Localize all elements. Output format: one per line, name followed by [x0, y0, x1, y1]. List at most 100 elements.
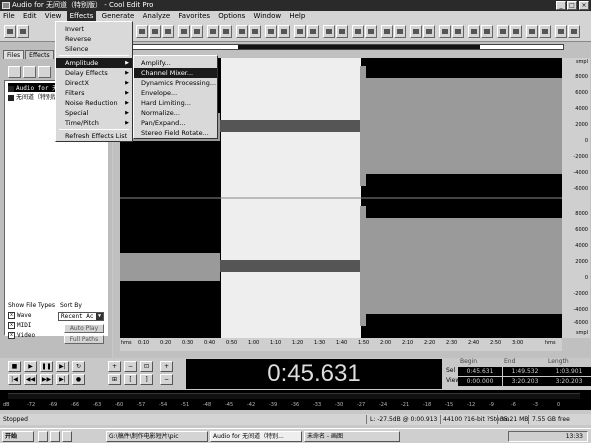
auto-play-button[interactable]: Auto Play	[64, 324, 104, 333]
toolbar-cd-icon[interactable]	[352, 25, 364, 38]
toolbar-undo-icon[interactable]	[178, 25, 190, 38]
quicklaunch-desktop-icon[interactable]	[38, 431, 48, 442]
zoom-selection-icon[interactable]: ⊞	[108, 374, 121, 385]
filetype-wave[interactable]: x Wave	[8, 312, 31, 319]
zoom-left-edge-icon[interactable]: [	[124, 374, 137, 385]
open-file-icon[interactable]	[8, 66, 21, 78]
toolbar-multitrack-icon[interactable]	[510, 25, 522, 38]
close-button[interactable]: ×	[579, 1, 589, 10]
toolbar-open-icon[interactable]	[17, 25, 29, 38]
toolbar-view-icon[interactable]	[497, 25, 509, 38]
sel-end[interactable]: 1:49.532	[503, 367, 547, 376]
toolbar-wave-icon[interactable]	[249, 25, 261, 38]
menu-item-reverse[interactable]: Reverse	[56, 34, 132, 44]
toolbar-analyze-icon[interactable]	[394, 25, 406, 38]
play-to-end-icon[interactable]: ▶|	[56, 361, 69, 372]
quicklaunch-ie-icon[interactable]	[50, 431, 60, 442]
zoom-out-horizontal-icon[interactable]: −	[124, 361, 137, 372]
menu-item-pan-expand[interactable]: Pan/Expand...	[134, 118, 217, 128]
toolbar-redo-icon[interactable]	[191, 25, 203, 38]
toolbar-snap-icon[interactable]	[294, 25, 306, 38]
toolbar-mode-icon[interactable]	[4, 25, 16, 38]
menu-item-amplify[interactable]: Amplify...	[134, 58, 217, 68]
filetype-midi[interactable]: x MIDI	[8, 322, 31, 329]
insert-file-icon[interactable]	[38, 66, 51, 78]
rewind-icon[interactable]: ◀◀	[24, 374, 37, 385]
toolbar-window-icon[interactable]	[555, 25, 567, 38]
menu-help[interactable]: Help	[286, 11, 308, 22]
toolbar-marker-icon[interactable]	[265, 25, 277, 38]
toolbar-trim-icon[interactable]	[220, 25, 232, 38]
toolbar-cue-icon[interactable]	[278, 25, 290, 38]
minimize-button[interactable]: _	[556, 1, 566, 10]
toolbar-grid-icon[interactable]	[307, 25, 319, 38]
zoom-full-icon[interactable]: ⊡	[140, 361, 153, 372]
menu-options[interactable]: Options	[215, 11, 248, 22]
sel-begin[interactable]: 0:45.631	[458, 367, 502, 376]
record-icon[interactable]: ●	[72, 374, 85, 385]
start-button[interactable]: 开始	[2, 431, 34, 442]
filetype-video[interactable]: x Video	[8, 332, 35, 339]
view-length[interactable]: 3:20.203	[547, 377, 591, 386]
toolbar-copy-icon[interactable]	[136, 25, 148, 38]
stop-icon[interactable]: ■	[8, 361, 21, 372]
zoom-out-vertical-icon[interactable]: −	[160, 374, 173, 385]
menu-edit[interactable]: Edit	[20, 11, 40, 22]
menu-item-invert[interactable]: Invert	[56, 24, 132, 34]
menu-window[interactable]: Window	[251, 11, 285, 22]
toolbar-spectral-icon[interactable]	[236, 25, 248, 38]
go-to-end-icon[interactable]: ▶|	[56, 374, 69, 385]
toolbar-favorite-icon[interactable]	[381, 25, 393, 38]
menu-item-channel-mixer[interactable]: Channel Mixer...	[134, 68, 217, 78]
toolbar-tile-icon[interactable]	[568, 25, 580, 38]
toolbar-zoom-icon[interactable]	[452, 25, 464, 38]
maximize-button[interactable]: □	[567, 1, 577, 10]
toolbar-settings-icon[interactable]	[410, 25, 422, 38]
menu-item-amplitude[interactable]: Amplitude ▶	[56, 58, 132, 68]
loop-play-icon[interactable]: ↻	[72, 361, 85, 372]
menu-item-normalize[interactable]: Normalize...	[134, 108, 217, 118]
toolbar-level-icon[interactable]	[439, 25, 451, 38]
task-paint[interactable]: 未命名 - 画图	[304, 431, 400, 442]
menu-item-time-pitch[interactable]: Time/Pitch ▶	[56, 118, 132, 128]
menu-item-delay-effects[interactable]: Delay Effects ▶	[56, 68, 132, 78]
wave-checkbox[interactable]: x	[8, 312, 15, 319]
menu-item-stereo-field-rotate[interactable]: Stereo Field Rotate...	[134, 128, 217, 138]
overview-bar[interactable]	[117, 44, 564, 50]
toolbar-env-icon[interactable]	[468, 25, 480, 38]
menu-item-dynamics-processing[interactable]: Dynamics Processing...	[134, 78, 217, 88]
view-end[interactable]: 3:20.203	[503, 377, 547, 386]
play-icon[interactable]: ▶	[24, 361, 37, 372]
toolbar-mix-paste-icon[interactable]	[162, 25, 174, 38]
midi-checkbox[interactable]: x	[8, 322, 15, 329]
menu-item-noise-reduction[interactable]: Noise Reduction ▶	[56, 98, 132, 108]
menu-item-silence[interactable]: Silence	[56, 44, 132, 54]
task-explorer[interactable]: G:\稿件\制作电影短片\pic	[106, 431, 208, 442]
full-paths-button[interactable]: Full Paths	[64, 335, 104, 344]
quicklaunch-media-icon[interactable]	[62, 431, 72, 442]
menu-analyze[interactable]: Analyze	[140, 11, 174, 22]
task-cooledit[interactable]: Audio for 无间道（特别...	[210, 431, 302, 442]
tab-effects[interactable]: Effects	[25, 50, 54, 59]
view-begin[interactable]: 0:00.000	[458, 377, 502, 386]
go-to-start-icon[interactable]: |◀	[8, 374, 21, 385]
zoom-right-edge-icon[interactable]: ]	[140, 374, 153, 385]
toolbar-sync-icon[interactable]	[323, 25, 335, 38]
toolbar-info-icon[interactable]	[481, 25, 493, 38]
toolbar-paste-icon[interactable]	[149, 25, 161, 38]
menu-item-envelope[interactable]: Envelope...	[134, 88, 217, 98]
menu-item-hard-limiting[interactable]: Hard Limiting...	[134, 98, 217, 108]
toolbar-help-icon[interactable]	[423, 25, 435, 38]
pause-icon[interactable]: ❚❚	[40, 361, 53, 372]
toolbar-edit-icon[interactable]	[539, 25, 551, 38]
toolbar-cut-icon[interactable]	[207, 25, 219, 38]
fast-forward-icon[interactable]: ▶▶	[40, 374, 53, 385]
close-file-icon[interactable]	[23, 66, 36, 78]
sel-length[interactable]: 1:03.901	[547, 367, 591, 376]
sort-by-select[interactable]: Recent Ac ▼	[58, 312, 104, 321]
menu-item-special[interactable]: Special ▶	[56, 108, 132, 118]
menu-file[interactable]: File	[0, 11, 18, 22]
menu-favorites[interactable]: Favorites	[175, 11, 213, 22]
menu-item-directx[interactable]: DirectX ▶	[56, 78, 132, 88]
toolbar-record-icon[interactable]	[526, 25, 538, 38]
